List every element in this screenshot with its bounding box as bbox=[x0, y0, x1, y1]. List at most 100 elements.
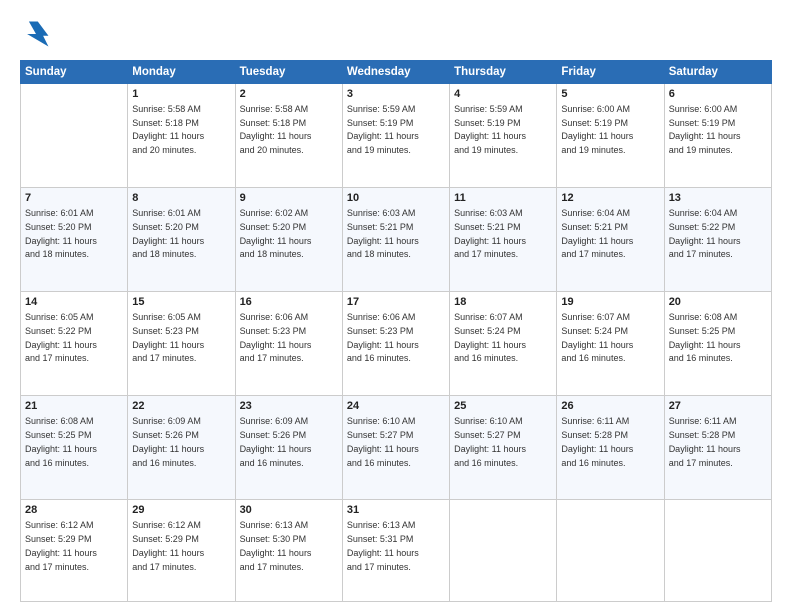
calendar-cell: 10 Sunrise: 6:03 AM Sunset: 5:21 PM Dayli… bbox=[342, 188, 449, 292]
day-number: 22 bbox=[132, 399, 230, 414]
calendar-cell: 25 Sunrise: 6:10 AM Sunset: 5:27 PM Dayli… bbox=[450, 396, 557, 500]
calendar-header-friday: Friday bbox=[557, 61, 664, 84]
calendar-header-saturday: Saturday bbox=[664, 61, 771, 84]
header bbox=[20, 18, 772, 50]
calendar-week-row: 14 Sunrise: 6:05 AM Sunset: 5:22 PM Dayli… bbox=[21, 292, 772, 396]
day-info: Sunrise: 6:04 AM Sunset: 5:21 PM Dayligh… bbox=[561, 208, 633, 259]
day-number: 25 bbox=[454, 399, 552, 414]
day-info: Sunrise: 5:58 AM Sunset: 5:18 PM Dayligh… bbox=[240, 104, 312, 155]
day-info: Sunrise: 6:09 AM Sunset: 5:26 PM Dayligh… bbox=[240, 416, 312, 467]
day-number: 21 bbox=[25, 399, 123, 414]
day-number: 12 bbox=[561, 191, 659, 206]
logo-icon bbox=[20, 18, 52, 50]
day-number: 11 bbox=[454, 191, 552, 206]
calendar-cell bbox=[557, 500, 664, 602]
calendar-header-tuesday: Tuesday bbox=[235, 61, 342, 84]
day-info: Sunrise: 6:10 AM Sunset: 5:27 PM Dayligh… bbox=[347, 416, 419, 467]
day-info: Sunrise: 6:07 AM Sunset: 5:24 PM Dayligh… bbox=[454, 312, 526, 363]
calendar-cell bbox=[664, 500, 771, 602]
calendar-cell: 11 Sunrise: 6:03 AM Sunset: 5:21 PM Dayli… bbox=[450, 188, 557, 292]
day-number: 15 bbox=[132, 295, 230, 310]
day-info: Sunrise: 5:59 AM Sunset: 5:19 PM Dayligh… bbox=[347, 104, 419, 155]
calendar-cell: 13 Sunrise: 6:04 AM Sunset: 5:22 PM Dayli… bbox=[664, 188, 771, 292]
calendar-cell: 15 Sunrise: 6:05 AM Sunset: 5:23 PM Dayli… bbox=[128, 292, 235, 396]
calendar-cell: 4 Sunrise: 5:59 AM Sunset: 5:19 PM Daylig… bbox=[450, 84, 557, 188]
calendar-cell: 19 Sunrise: 6:07 AM Sunset: 5:24 PM Dayli… bbox=[557, 292, 664, 396]
day-info: Sunrise: 6:00 AM Sunset: 5:19 PM Dayligh… bbox=[561, 104, 633, 155]
day-number: 17 bbox=[347, 295, 445, 310]
calendar-cell: 23 Sunrise: 6:09 AM Sunset: 5:26 PM Dayli… bbox=[235, 396, 342, 500]
calendar-cell: 14 Sunrise: 6:05 AM Sunset: 5:22 PM Dayli… bbox=[21, 292, 128, 396]
calendar-cell: 16 Sunrise: 6:06 AM Sunset: 5:23 PM Dayli… bbox=[235, 292, 342, 396]
calendar-header-monday: Monday bbox=[128, 61, 235, 84]
calendar-cell: 9Sunrise: 6:02 AM Sunset: 5:20 PM Daylig… bbox=[235, 188, 342, 292]
day-info: Sunrise: 6:13 AM Sunset: 5:30 PM Dayligh… bbox=[240, 520, 312, 571]
calendar-cell: 7Sunrise: 6:01 AM Sunset: 5:20 PM Daylig… bbox=[21, 188, 128, 292]
day-number: 23 bbox=[240, 399, 338, 414]
calendar-header-wednesday: Wednesday bbox=[342, 61, 449, 84]
calendar-cell bbox=[450, 500, 557, 602]
calendar-cell: 22 Sunrise: 6:09 AM Sunset: 5:26 PM Dayli… bbox=[128, 396, 235, 500]
day-number: 3 bbox=[347, 87, 445, 102]
calendar-cell: 31 Sunrise: 6:13 AM Sunset: 5:31 PM Dayli… bbox=[342, 500, 449, 602]
day-number: 19 bbox=[561, 295, 659, 310]
calendar-week-row: 1Sunrise: 5:58 AM Sunset: 5:18 PM Daylig… bbox=[21, 84, 772, 188]
day-number: 24 bbox=[347, 399, 445, 414]
day-info: Sunrise: 5:59 AM Sunset: 5:19 PM Dayligh… bbox=[454, 104, 526, 155]
calendar-cell: 30 Sunrise: 6:13 AM Sunset: 5:30 PM Dayli… bbox=[235, 500, 342, 602]
day-info: Sunrise: 6:10 AM Sunset: 5:27 PM Dayligh… bbox=[454, 416, 526, 467]
calendar-week-row: 21 Sunrise: 6:08 AM Sunset: 5:25 PM Dayli… bbox=[21, 396, 772, 500]
day-number: 8 bbox=[132, 191, 230, 206]
day-info: Sunrise: 6:09 AM Sunset: 5:26 PM Dayligh… bbox=[132, 416, 204, 467]
day-number: 7 bbox=[25, 191, 123, 206]
day-info: Sunrise: 6:00 AM Sunset: 5:19 PM Dayligh… bbox=[669, 104, 741, 155]
day-number: 29 bbox=[132, 503, 230, 518]
calendar-cell: 18 Sunrise: 6:07 AM Sunset: 5:24 PM Dayli… bbox=[450, 292, 557, 396]
calendar-header-sunday: Sunday bbox=[21, 61, 128, 84]
calendar-cell: 3 Sunrise: 5:59 AM Sunset: 5:19 PM Daylig… bbox=[342, 84, 449, 188]
logo bbox=[20, 18, 58, 50]
day-info: Sunrise: 6:06 AM Sunset: 5:23 PM Dayligh… bbox=[240, 312, 312, 363]
calendar-cell: 24 Sunrise: 6:10 AM Sunset: 5:27 PM Dayli… bbox=[342, 396, 449, 500]
calendar-cell: 28Sunrise: 6:12 AM Sunset: 5:29 PM Dayli… bbox=[21, 500, 128, 602]
day-number: 6 bbox=[669, 87, 767, 102]
day-info: Sunrise: 6:05 AM Sunset: 5:23 PM Dayligh… bbox=[132, 312, 204, 363]
page: SundayMondayTuesdayWednesdayThursdayFrid… bbox=[0, 0, 792, 612]
day-number: 14 bbox=[25, 295, 123, 310]
calendar-header-row: SundayMondayTuesdayWednesdayThursdayFrid… bbox=[21, 61, 772, 84]
day-info: Sunrise: 6:07 AM Sunset: 5:24 PM Dayligh… bbox=[561, 312, 633, 363]
day-info: Sunrise: 6:13 AM Sunset: 5:31 PM Dayligh… bbox=[347, 520, 419, 571]
day-info: Sunrise: 6:04 AM Sunset: 5:22 PM Dayligh… bbox=[669, 208, 741, 259]
calendar-header-thursday: Thursday bbox=[450, 61, 557, 84]
day-info: Sunrise: 6:03 AM Sunset: 5:21 PM Dayligh… bbox=[454, 208, 526, 259]
day-number: 18 bbox=[454, 295, 552, 310]
day-number: 31 bbox=[347, 503, 445, 518]
day-info: Sunrise: 6:12 AM Sunset: 5:29 PM Dayligh… bbox=[132, 520, 204, 571]
day-info: Sunrise: 6:05 AM Sunset: 5:22 PM Dayligh… bbox=[25, 312, 97, 363]
day-info: Sunrise: 6:02 AM Sunset: 5:20 PM Dayligh… bbox=[240, 208, 312, 259]
day-info: Sunrise: 5:58 AM Sunset: 5:18 PM Dayligh… bbox=[132, 104, 204, 155]
calendar-cell: 2 Sunrise: 5:58 AM Sunset: 5:18 PM Daylig… bbox=[235, 84, 342, 188]
calendar-cell: 20 Sunrise: 6:08 AM Sunset: 5:25 PM Dayli… bbox=[664, 292, 771, 396]
calendar-cell: 1Sunrise: 5:58 AM Sunset: 5:18 PM Daylig… bbox=[128, 84, 235, 188]
day-info: Sunrise: 6:08 AM Sunset: 5:25 PM Dayligh… bbox=[669, 312, 741, 363]
calendar-cell: 17 Sunrise: 6:06 AM Sunset: 5:23 PM Dayli… bbox=[342, 292, 449, 396]
day-info: Sunrise: 6:03 AM Sunset: 5:21 PM Dayligh… bbox=[347, 208, 419, 259]
day-number: 10 bbox=[347, 191, 445, 206]
day-info: Sunrise: 6:08 AM Sunset: 5:25 PM Dayligh… bbox=[25, 416, 97, 467]
day-info: Sunrise: 6:06 AM Sunset: 5:23 PM Dayligh… bbox=[347, 312, 419, 363]
day-number: 13 bbox=[669, 191, 767, 206]
calendar-cell bbox=[21, 84, 128, 188]
day-info: Sunrise: 6:11 AM Sunset: 5:28 PM Dayligh… bbox=[669, 416, 741, 467]
day-number: 4 bbox=[454, 87, 552, 102]
day-number: 20 bbox=[669, 295, 767, 310]
day-number: 28 bbox=[25, 503, 123, 518]
day-number: 30 bbox=[240, 503, 338, 518]
calendar-cell: 12 Sunrise: 6:04 AM Sunset: 5:21 PM Dayli… bbox=[557, 188, 664, 292]
day-number: 5 bbox=[561, 87, 659, 102]
calendar-cell: 21 Sunrise: 6:08 AM Sunset: 5:25 PM Dayli… bbox=[21, 396, 128, 500]
calendar-cell: 27Sunrise: 6:11 AM Sunset: 5:28 PM Dayli… bbox=[664, 396, 771, 500]
day-number: 16 bbox=[240, 295, 338, 310]
calendar-cell: 8Sunrise: 6:01 AM Sunset: 5:20 PM Daylig… bbox=[128, 188, 235, 292]
day-number: 2 bbox=[240, 87, 338, 102]
